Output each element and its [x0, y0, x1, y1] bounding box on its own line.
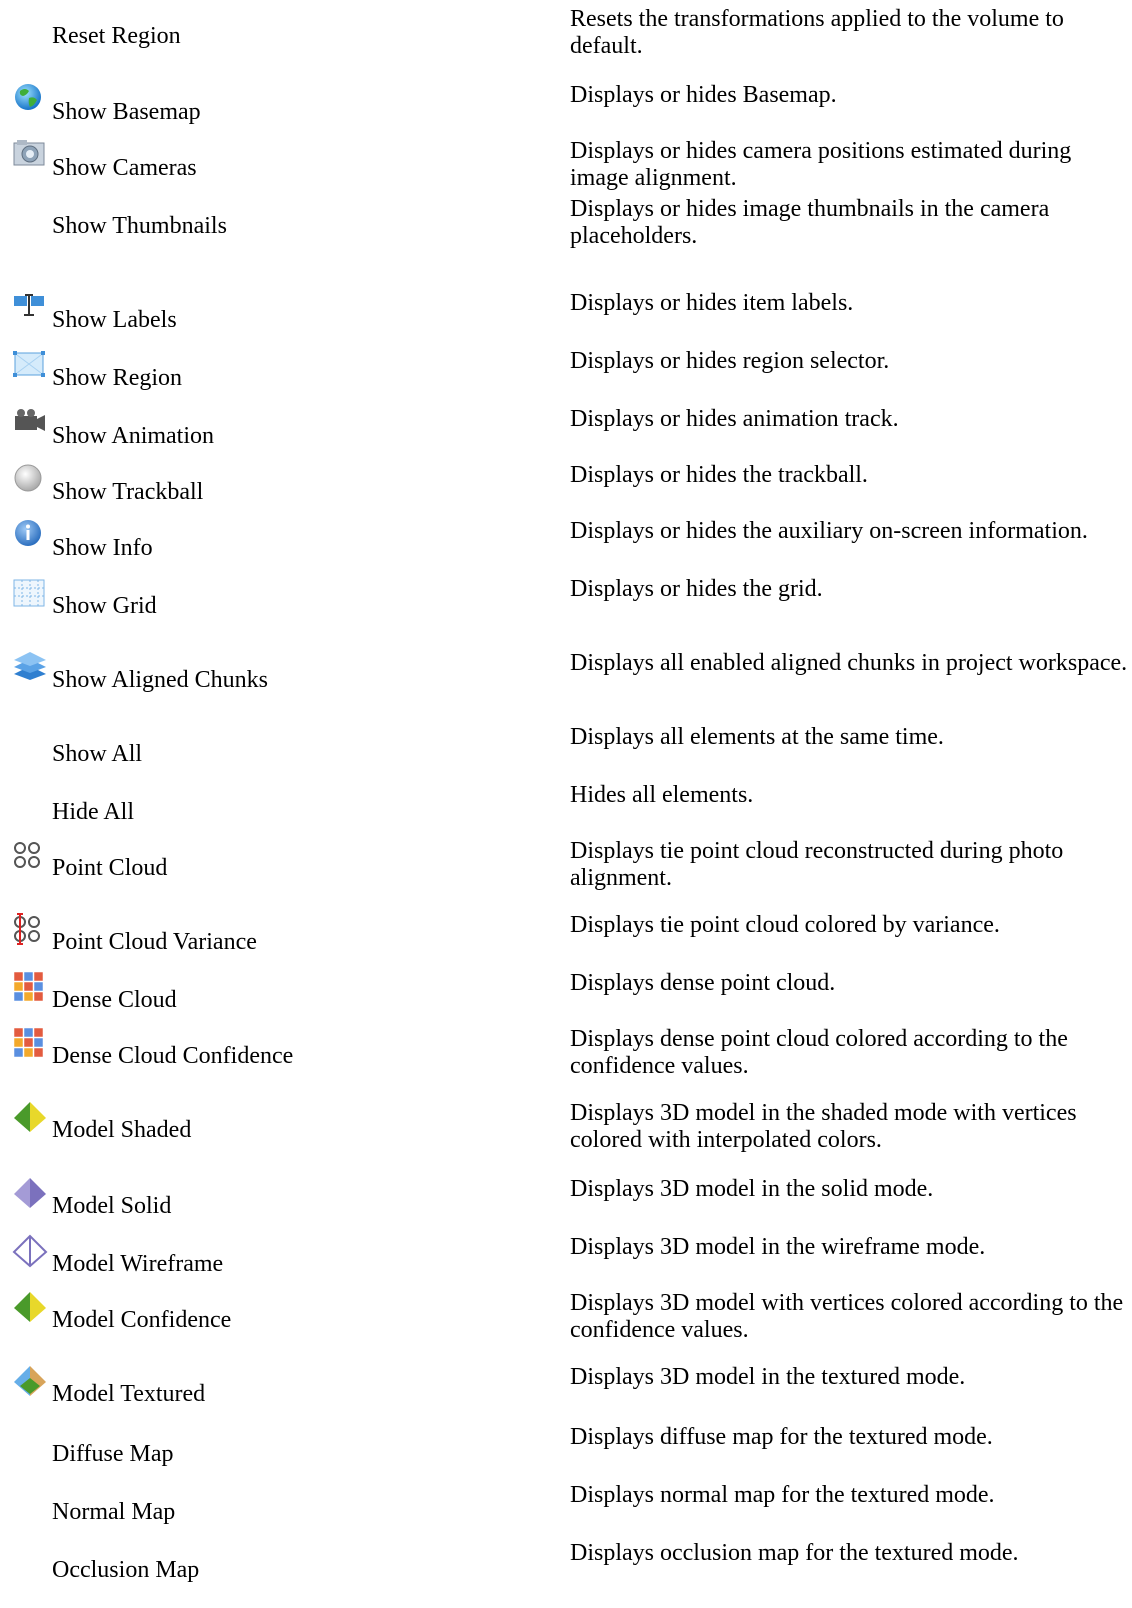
- command-cell: Dense Cloud Confidence: [12, 1026, 492, 1069]
- command-description: Displays 3D model in the wireframe mode.: [570, 1234, 986, 1260]
- command-description: Displays dense point cloud.: [570, 970, 836, 996]
- command-label: Show Basemap: [52, 99, 201, 125]
- command-description: Displays 3D model in the solid mode.: [570, 1176, 934, 1202]
- command-label: Point Cloud Variance: [52, 929, 257, 955]
- command-description: Displays or hides the trackball.: [570, 462, 868, 488]
- command-description: Hides all elements.: [570, 782, 754, 808]
- command-description: Displays diffuse map for the textured mo…: [570, 1424, 993, 1450]
- model-solid-icon: [12, 1176, 48, 1210]
- command-description: Displays all elements at the same time.: [570, 724, 944, 750]
- command-label: Model Textured: [52, 1381, 206, 1407]
- command-description: Displays tie point cloud reconstructed d…: [570, 838, 1064, 891]
- command-label: Show All: [52, 741, 143, 767]
- animation-camera-icon: [12, 406, 48, 440]
- command-description: Displays 3D model with vertices colored …: [570, 1290, 1124, 1343]
- command-cell: Model Solid: [12, 1176, 492, 1219]
- command-label: Dense Cloud: [52, 987, 177, 1013]
- command-label: Show Animation: [52, 423, 215, 449]
- model-shaded-icon: [12, 1100, 48, 1134]
- command-label: Dense Cloud Confidence: [52, 1043, 294, 1069]
- command-description: Displays or hides image thumbnails in th…: [570, 196, 1050, 249]
- model-textured-icon: [12, 1364, 48, 1398]
- command-label: Reset Region: [52, 23, 181, 49]
- command-cell: Show Labels: [12, 290, 492, 333]
- command-label: Show Trackball: [52, 479, 204, 505]
- command-label: Show Cameras: [52, 155, 197, 181]
- command-description: Resets the transformations applied to th…: [570, 6, 1064, 59]
- command-cell: Show Cameras: [12, 138, 492, 181]
- aligned-chunks-icon: [12, 650, 48, 684]
- dense-cloud-icon: [12, 970, 48, 1004]
- command-label: Show Aligned Chunks: [52, 667, 269, 693]
- command-cell: Show Thumbnails: [12, 196, 492, 239]
- model-wireframe-icon: [12, 1234, 48, 1268]
- command-cell: Show Info: [12, 518, 492, 561]
- command-description: Displays or hides the grid.: [570, 576, 823, 602]
- command-description: Displays tie point cloud colored by vari…: [570, 912, 1000, 938]
- point-cloud-icon: [12, 838, 48, 872]
- command-cell: Show All: [12, 724, 492, 767]
- command-label: Diffuse Map: [52, 1441, 174, 1467]
- command-description: Displays normal map for the textured mod…: [570, 1482, 995, 1508]
- command-description: Displays or hides the auxiliary on-scree…: [570, 518, 1088, 544]
- command-description: Displays 3D model in the shaded mode wit…: [570, 1100, 1077, 1153]
- point-cloud-variance-icon: [12, 912, 48, 946]
- command-description: Displays or hides Basemap.: [570, 82, 837, 108]
- command-label: Show Info: [52, 535, 153, 561]
- command-cell: Diffuse Map: [12, 1424, 492, 1467]
- command-cell: Occlusion Map: [12, 1540, 492, 1583]
- command-cell: Dense Cloud: [12, 970, 492, 1013]
- command-cell: Show Region: [12, 348, 492, 391]
- label-icon: [12, 290, 48, 324]
- command-description: Displays or hides item labels.: [570, 290, 854, 316]
- command-cell: Normal Map: [12, 1482, 492, 1525]
- command-description: Displays dense point cloud colored accor…: [570, 1026, 1068, 1079]
- command-label: Hide All: [52, 799, 134, 825]
- command-cell: Show Grid: [12, 576, 492, 619]
- command-cell: Model Shaded: [12, 1100, 492, 1143]
- region-icon: [12, 348, 48, 382]
- command-cell: Show Aligned Chunks: [12, 650, 492, 693]
- command-cell: Model Wireframe: [12, 1234, 492, 1277]
- command-cell: Reset Region: [12, 6, 492, 49]
- command-label: Model Shaded: [52, 1117, 192, 1143]
- command-cell: Show Basemap: [12, 82, 492, 125]
- command-cell: Show Animation: [12, 406, 492, 449]
- camera-icon: [12, 138, 48, 172]
- globe-icon: [12, 82, 48, 116]
- command-label: Point Cloud: [52, 855, 168, 881]
- command-label: Show Labels: [52, 307, 177, 333]
- command-description: Displays or hides animation track.: [570, 406, 899, 432]
- command-description: Displays occlusion map for the textured …: [570, 1540, 1019, 1566]
- command-label: Occlusion Map: [52, 1557, 200, 1583]
- command-description: Displays or hides camera positions estim…: [570, 138, 1072, 191]
- trackball-icon: [12, 462, 48, 496]
- model-confidence-icon: [12, 1290, 48, 1324]
- command-cell: Model Textured: [12, 1364, 492, 1407]
- command-description: Displays all enabled aligned chunks in p…: [570, 650, 1128, 676]
- command-cell: Point Cloud: [12, 838, 492, 881]
- command-description: Displays or hides region selector.: [570, 348, 890, 374]
- info-icon: [12, 518, 48, 552]
- command-label: Show Thumbnails: [52, 213, 227, 239]
- command-label: Model Wireframe: [52, 1251, 224, 1277]
- command-description: Displays 3D model in the textured mode.: [570, 1364, 966, 1390]
- command-cell: Point Cloud Variance: [12, 912, 492, 955]
- command-cell: Hide All: [12, 782, 492, 825]
- command-cell: Model Confidence: [12, 1290, 492, 1333]
- grid-icon: [12, 576, 48, 610]
- command-label: Show Region: [52, 365, 183, 391]
- command-label: Normal Map: [52, 1499, 176, 1525]
- command-label: Model Solid: [52, 1193, 172, 1219]
- dense-cloud-confidence-icon: [12, 1026, 48, 1060]
- command-cell: Show Trackball: [12, 462, 492, 505]
- command-label: Model Confidence: [52, 1307, 232, 1333]
- command-label: Show Grid: [52, 593, 157, 619]
